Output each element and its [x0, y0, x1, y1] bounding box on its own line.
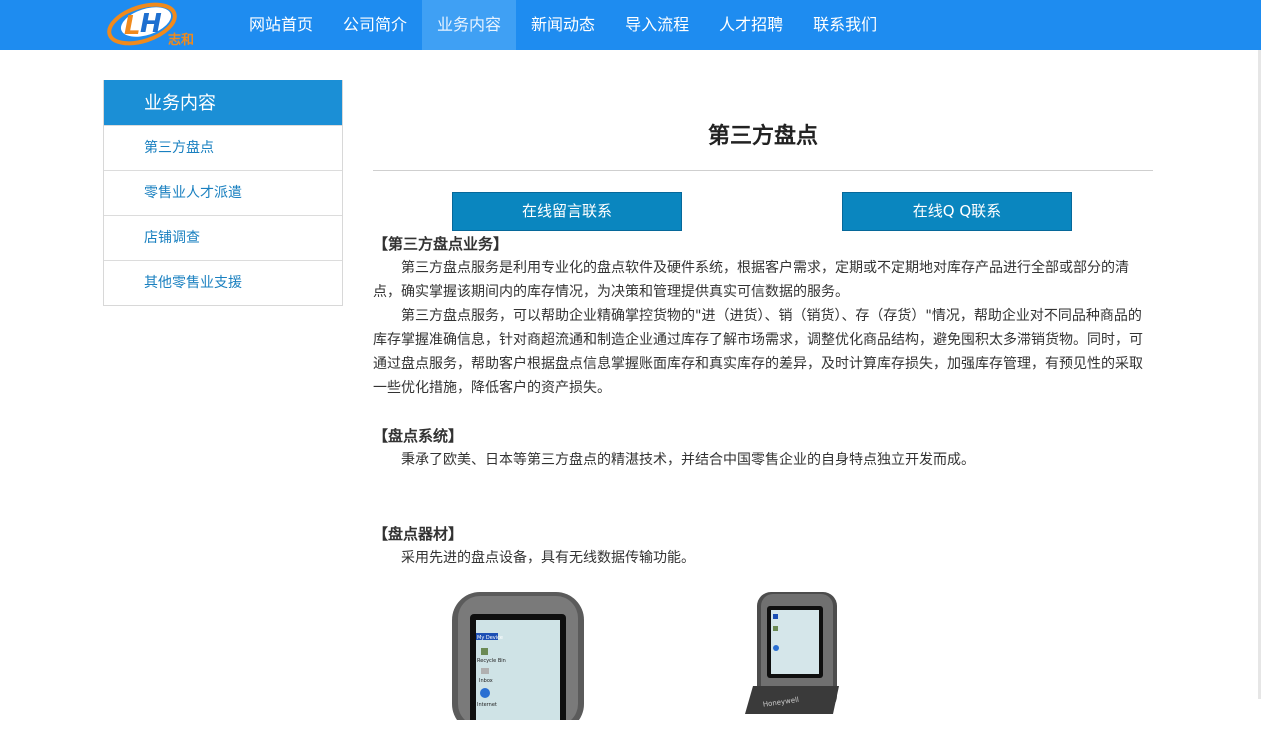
sidebar-title: 业务内容	[104, 80, 342, 125]
title-divider	[373, 170, 1153, 171]
device-label: My Device	[477, 635, 503, 641]
online-message-button[interactable]: 在线留言联系	[452, 192, 682, 231]
nav-about[interactable]: 公司简介	[328, 0, 422, 50]
device-label: Recycle Bin	[477, 658, 506, 664]
section-paragraph: 秉承了欧美、日本等第三方盘点的精湛技术，并结合中国零售企业的自身特点独立开发而成…	[401, 452, 975, 468]
section-paragraph: 第三方盘点服务，可以帮助企业精确掌控货物的"进（进货）、销（销货）、存（存货）"…	[373, 308, 1143, 396]
nav-process[interactable]: 导入流程	[610, 0, 704, 50]
contact-buttons: 在线留言联系 在线Q Q联系	[373, 192, 1153, 232]
section-heading-equipment: 【盘点器材】	[373, 525, 464, 543]
handheld-terminal-image-1: My Device Recycle Bin Inbox Internet	[452, 592, 584, 720]
section-paragraph: 第三方盘点服务是利用专业化的盘点软件及硬件系统，根据客户需求，定期或不定期地对库…	[373, 260, 1129, 300]
device-images: My Device Recycle Bin Inbox Internet Hon…	[373, 590, 1153, 740]
nav-news[interactable]: 新闻动态	[516, 0, 610, 50]
page-title: 第三方盘点	[707, 124, 818, 149]
nav-jobs[interactable]: 人才招聘	[704, 0, 798, 50]
sidebar-item-inventory[interactable]: 第三方盘点	[104, 125, 342, 170]
svg-text:H: H	[140, 9, 162, 39]
device-label: Internet	[477, 702, 497, 708]
nav-contact[interactable]: 联系我们	[798, 0, 892, 50]
device-label: Inbox	[479, 678, 493, 684]
svg-text:L: L	[124, 11, 141, 41]
nav-business[interactable]: 业务内容	[422, 0, 517, 50]
section-heading-system: 【盘点系统】	[373, 427, 464, 445]
sidebar-item-store-survey[interactable]: 店铺调查	[104, 215, 342, 260]
company-logo[interactable]: L H 志和	[104, 2, 204, 48]
main-content: 第三方盘点 在线留言联系 在线Q Q联系 【第三方盘点业务】 第三方盘点服务是利…	[373, 80, 1153, 740]
logo-text: 志和	[168, 32, 194, 48]
online-qq-button[interactable]: 在线Q Q联系	[842, 192, 1072, 231]
sidebar-item-other-support[interactable]: 其他零售业支援	[104, 260, 342, 305]
section-paragraph: 采用先进的盘点设备，具有无线数据传输功能。	[401, 550, 695, 566]
sidebar: 业务内容 第三方盘点 零售业人才派遣 店铺调查 其他零售业支援	[103, 80, 343, 306]
nav-home[interactable]: 网站首页	[234, 0, 328, 50]
main-nav: 网站首页 公司简介 业务内容 新闻动态 导入流程 人才招聘 联系我们	[234, 0, 892, 50]
sidebar-item-staffing[interactable]: 零售业人才派遣	[104, 170, 342, 215]
handheld-terminal-image-2: Honeywell	[745, 592, 839, 714]
section-heading-business: 【第三方盘点业务】	[373, 235, 509, 253]
top-header: L H 志和 网站首页 公司简介 业务内容 新闻动态 导入流程 人才招聘 联系我…	[0, 0, 1261, 50]
